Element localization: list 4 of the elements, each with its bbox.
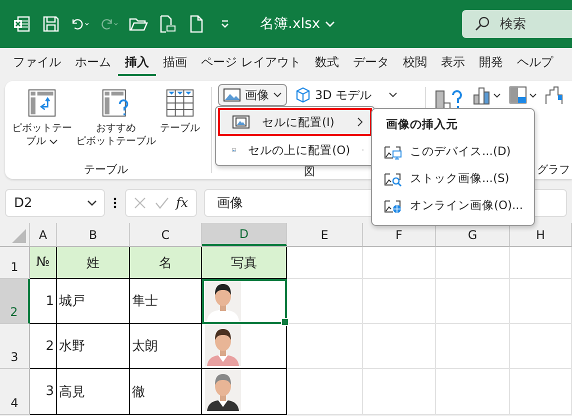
group-label: テーブル [84, 162, 128, 178]
group-label: グラフ [537, 162, 570, 178]
group-label: 図 [304, 164, 315, 179]
menu-title: 画像の挿入元 [385, 116, 459, 133]
